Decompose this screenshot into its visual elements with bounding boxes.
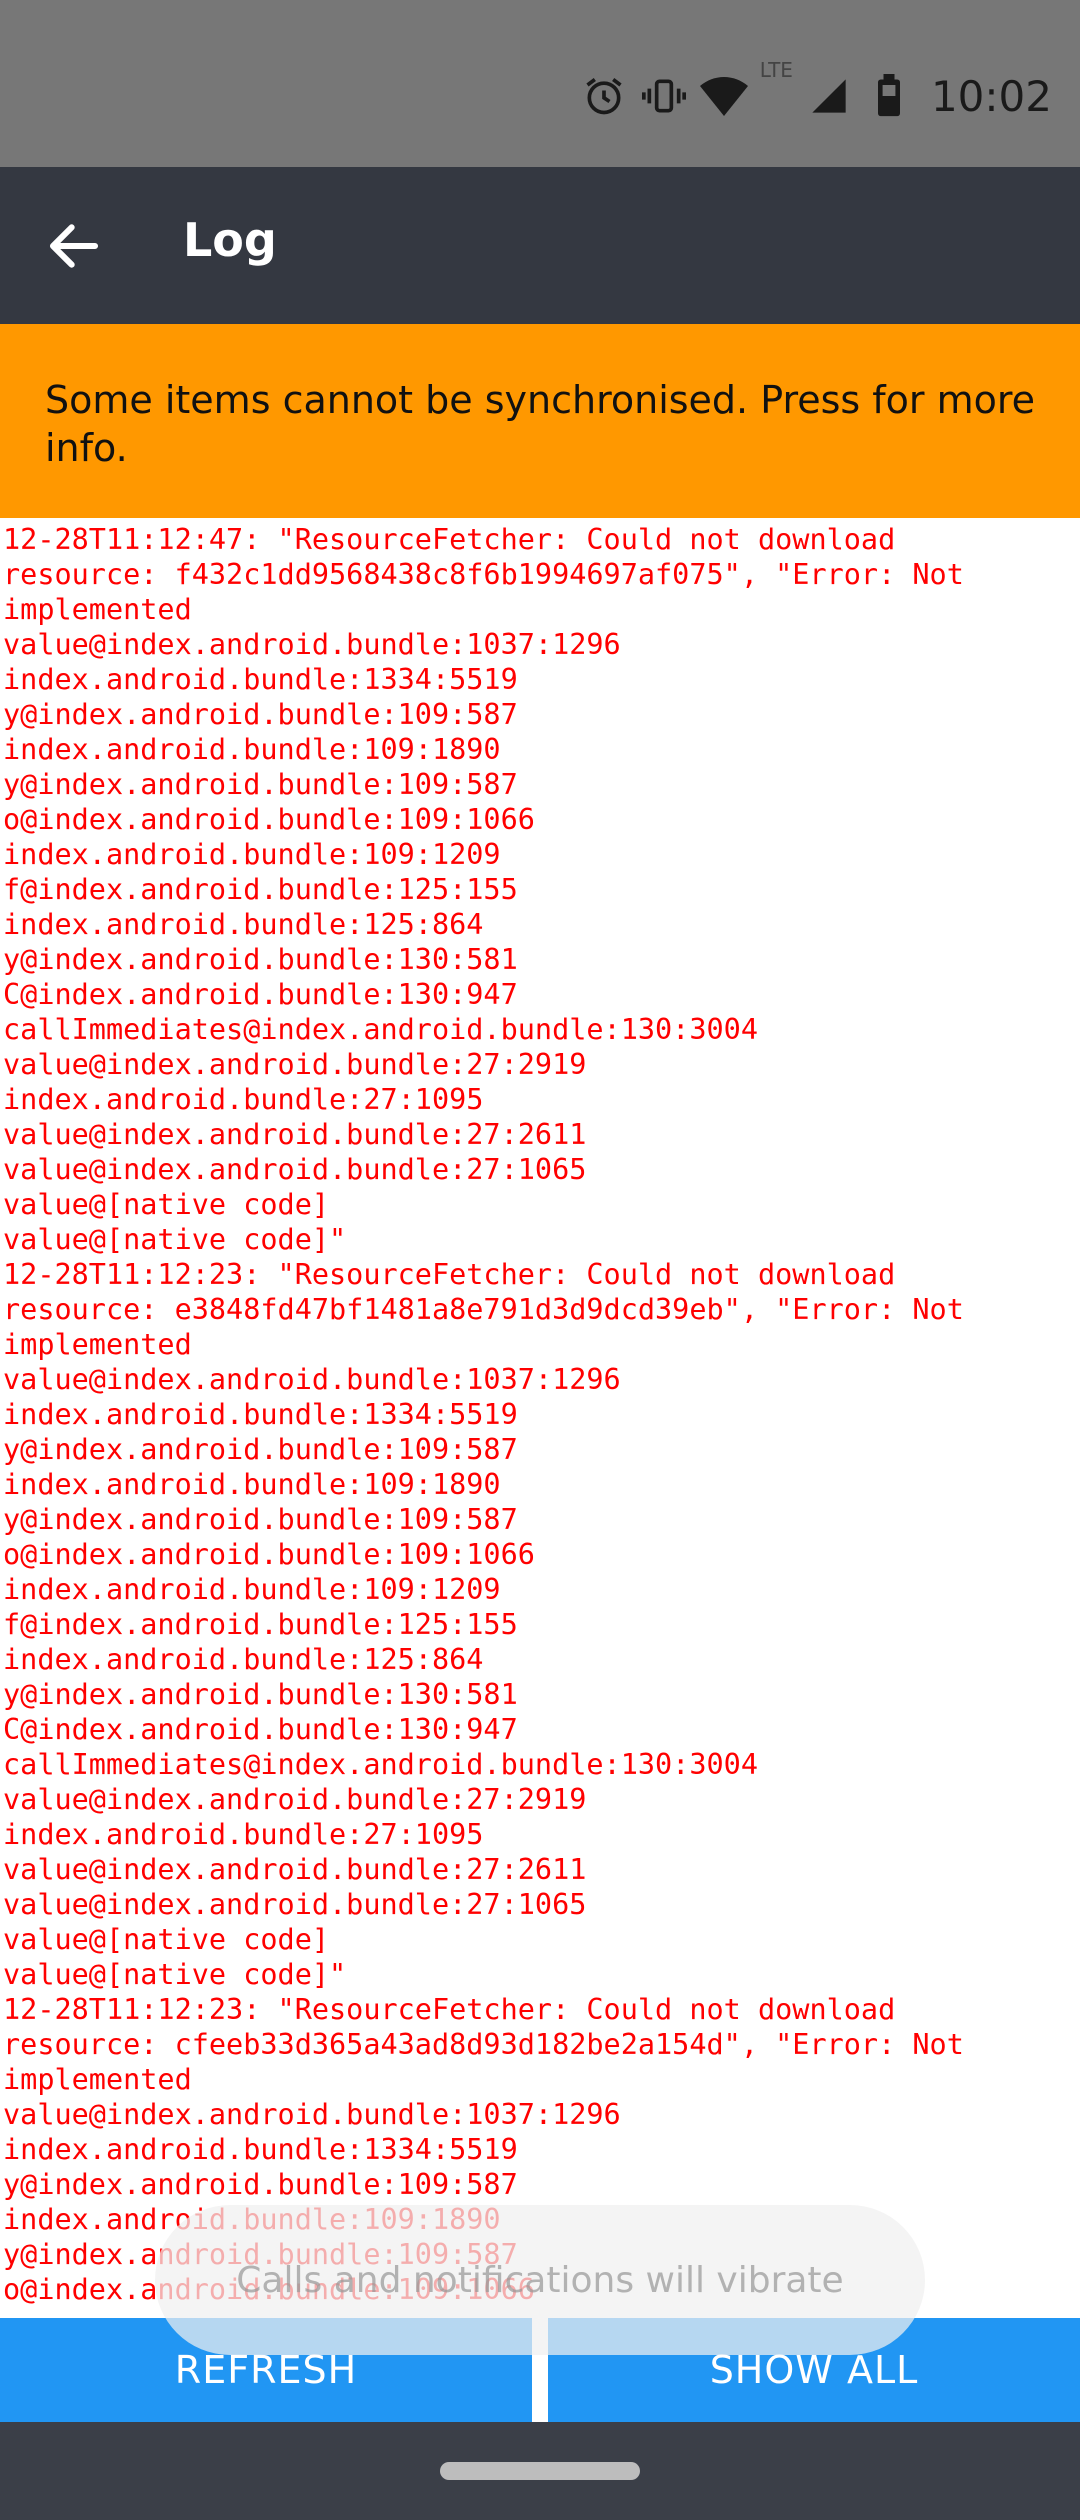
log-line: value@index.android.bundle:1037:1296 bbox=[3, 1363, 621, 1396]
log-line: value@index.android.bundle:27:2611 bbox=[3, 1118, 587, 1151]
status-time: 10:02 bbox=[930, 71, 1052, 121]
log-line: resource: f432c1dd9568438c8f6b1994697af0… bbox=[3, 558, 964, 591]
log-line: index.android.bundle:109:1209 bbox=[3, 1573, 501, 1606]
toast-text: Calls and notifications will vibrate bbox=[236, 2259, 844, 2301]
log-line: index.android.bundle:27:1095 bbox=[3, 1083, 484, 1116]
log-line: value@index.android.bundle:1037:1296 bbox=[3, 2098, 621, 2131]
log-line: f@index.android.bundle:125:155 bbox=[3, 873, 518, 906]
log-line: C@index.android.bundle:130:947 bbox=[3, 1713, 518, 1746]
log-line: value@index.android.bundle:27:1065 bbox=[3, 1888, 587, 1921]
log-line: y@index.android.bundle:130:581 bbox=[3, 943, 518, 976]
log-line: callImmediates@index.android.bundle:130:… bbox=[3, 1013, 758, 1046]
log-line: implemented bbox=[3, 593, 192, 626]
log-line: index.android.bundle:109:1890 bbox=[3, 733, 501, 766]
log-line: o@index.android.bundle:109:1066 bbox=[3, 803, 535, 836]
log-line: implemented bbox=[3, 2063, 192, 2096]
status-bar: LTE 10:02 bbox=[0, 0, 1080, 167]
arrow-left-icon bbox=[49, 224, 99, 268]
battery-icon bbox=[865, 72, 913, 120]
page-title: Log bbox=[183, 213, 277, 267]
log-line: resource: e3848fd47bf1481a8e791d3d9dcd39… bbox=[3, 1293, 964, 1326]
log-line: index.android.bundle:1334:5519 bbox=[3, 2133, 518, 2166]
alarm-icon bbox=[580, 72, 628, 120]
log-line: 12-28T11:12:47: "ResourceFetcher: Could … bbox=[3, 523, 896, 556]
back-button[interactable] bbox=[30, 202, 118, 290]
navigation-bar bbox=[0, 2422, 1080, 2520]
app-bar: Log bbox=[0, 167, 1080, 324]
log-line: value@[native code] bbox=[3, 1923, 330, 1956]
log-line: 12-28T11:12:23: "ResourceFetcher: Could … bbox=[3, 1258, 896, 1291]
log-line: y@index.android.bundle:109:587 bbox=[3, 768, 518, 801]
log-line: value@index.android.bundle:27:2919 bbox=[3, 1048, 587, 1081]
toast-message: Calls and notifications will vibrate bbox=[155, 2205, 925, 2355]
log-line: resource: cfeeb33d365a43ad8d93d182be2a15… bbox=[3, 2028, 964, 2061]
log-line: value@[native code]" bbox=[3, 1958, 347, 1991]
signal-icon bbox=[805, 72, 853, 120]
log-line: index.android.bundle:109:1209 bbox=[3, 838, 501, 871]
log-line: index.android.bundle:1334:5519 bbox=[3, 663, 518, 696]
vibrate-icon bbox=[640, 72, 688, 120]
log-line: callImmediates@index.android.bundle:130:… bbox=[3, 1748, 758, 1781]
log-line: index.android.bundle:125:864 bbox=[3, 908, 484, 941]
log-line: index.android.bundle:125:864 bbox=[3, 1643, 484, 1676]
home-handle[interactable] bbox=[440, 2462, 640, 2480]
wifi-icon bbox=[699, 72, 748, 120]
log-line: implemented bbox=[3, 1328, 192, 1361]
log-line: index.android.bundle:1334:5519 bbox=[3, 1398, 518, 1431]
log-line: index.android.bundle:109:1890 bbox=[3, 1468, 501, 1501]
log-line: y@index.android.bundle:130:581 bbox=[3, 1678, 518, 1711]
log-line: value@index.android.bundle:1037:1296 bbox=[3, 628, 621, 661]
log-line: f@index.android.bundle:125:155 bbox=[3, 1608, 518, 1641]
log-line: value@index.android.bundle:27:1065 bbox=[3, 1153, 587, 1186]
log-line: value@index.android.bundle:27:2919 bbox=[3, 1783, 587, 1816]
log-line: o@index.android.bundle:109:1066 bbox=[3, 1538, 535, 1571]
log-line: index.android.bundle:27:1095 bbox=[3, 1818, 484, 1851]
log-line: 12-28T11:12:23: "ResourceFetcher: Could … bbox=[3, 1993, 896, 2026]
network-type-label: LTE bbox=[759, 58, 793, 82]
status-icons: LTE 10:02 bbox=[580, 58, 1052, 128]
log-line: y@index.android.bundle:109:587 bbox=[3, 1433, 518, 1466]
log-line: value@[native code] bbox=[3, 1188, 330, 1221]
log-line: value@[native code]" bbox=[3, 1223, 347, 1256]
log-line: y@index.android.bundle:109:587 bbox=[3, 2168, 518, 2201]
log-output[interactable]: 12-28T11:12:47: "ResourceFetcher: Could … bbox=[0, 522, 1080, 2317]
log-line: value@index.android.bundle:27:2611 bbox=[3, 1853, 587, 1886]
sync-warning-text: Some items cannot be synchronised. Press… bbox=[45, 378, 1036, 470]
log-line: y@index.android.bundle:109:587 bbox=[3, 1503, 518, 1536]
sync-warning-banner[interactable]: Some items cannot be synchronised. Press… bbox=[0, 324, 1080, 518]
log-line: C@index.android.bundle:130:947 bbox=[3, 978, 518, 1011]
log-line: y@index.android.bundle:109:587 bbox=[3, 698, 518, 731]
